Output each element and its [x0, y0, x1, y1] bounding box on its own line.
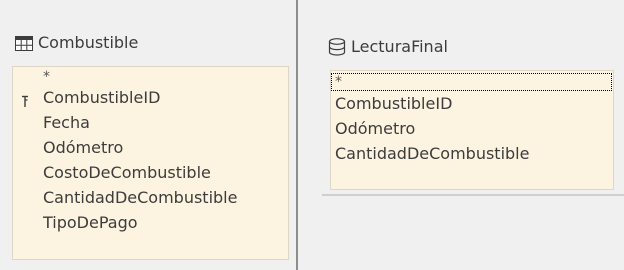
field-combustibleid[interactable]: CombustibleID: [13, 85, 288, 110]
pane-divider[interactable]: [296, 0, 298, 270]
field-odometro[interactable]: Odómetro: [13, 135, 288, 160]
primary-key-icon: [21, 91, 29, 107]
field-list[interactable]: * CombustibleID Fecha Odómetro CostoDeCo…: [12, 66, 289, 260]
table-title: Combustible: [38, 33, 139, 52]
table-window-combustible[interactable]: Combustible * CombustibleID Fecha Odómet…: [8, 24, 291, 264]
table-window-lecturafinal[interactable]: LecturaFinal * CombustibleID Odómetro Ca…: [322, 24, 624, 196]
field-tipodepago[interactable]: TipoDePago: [13, 210, 288, 235]
field-cantidaddecombustible[interactable]: CantidadDeCombustible: [331, 141, 613, 166]
field-fecha[interactable]: Fecha: [13, 110, 288, 135]
query-database-icon: [328, 38, 346, 56]
field-odometro[interactable]: Odómetro: [331, 116, 613, 141]
field-all-columns-selected[interactable]: *: [331, 73, 612, 91]
table-title-bar[interactable]: Combustible: [15, 30, 138, 56]
table-grid-icon: [15, 35, 33, 51]
field-costodecombustible[interactable]: CostoDeCombustible: [13, 160, 288, 185]
field-combustibleid[interactable]: CombustibleID: [331, 91, 613, 116]
table-title: LecturaFinal: [351, 37, 448, 56]
field-list[interactable]: * CombustibleID Odómetro CantidadDeCombu…: [330, 70, 614, 190]
field-all-columns[interactable]: *: [13, 69, 288, 85]
field-cantidaddecombustible[interactable]: CantidadDeCombustible: [13, 185, 288, 210]
field-label: CombustibleID: [43, 88, 161, 107]
table-title-bar[interactable]: LecturaFinal: [328, 34, 448, 60]
